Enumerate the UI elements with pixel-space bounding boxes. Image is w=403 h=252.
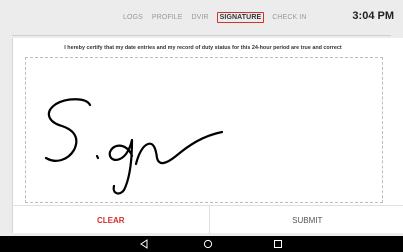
- tab-check-in[interactable]: CHECK IN: [271, 12, 307, 23]
- signature-strokes: [44, 98, 224, 195]
- tab-profile[interactable]: PROFILE: [151, 12, 184, 23]
- tab-logs[interactable]: LOGS: [122, 12, 144, 23]
- top-bar: LOGS PROFILE DVIR SIGNATURE CHECK IN 3:0…: [0, 0, 403, 36]
- submit-button[interactable]: SUBMIT: [210, 206, 403, 234]
- signature-panel: I hereby certify that my date entries an…: [12, 38, 403, 234]
- divider: [12, 35, 391, 36]
- clear-button[interactable]: CLEAR: [13, 206, 210, 234]
- certification-text: I hereby certify that my date entries an…: [64, 45, 342, 51]
- clock: 3:04 PM: [352, 10, 394, 22]
- recents-icon[interactable]: [273, 239, 283, 249]
- back-icon[interactable]: [139, 239, 149, 249]
- tab-dvir[interactable]: DVIR: [191, 12, 210, 23]
- tab-signature[interactable]: SIGNATURE: [216, 12, 265, 23]
- system-nav-bar: [0, 236, 403, 252]
- action-bar: CLEAR SUBMIT: [13, 205, 403, 234]
- signature-pad[interactable]: [25, 57, 383, 203]
- home-icon[interactable]: [203, 239, 213, 249]
- tab-bar: LOGS PROFILE DVIR SIGNATURE CHECK IN: [122, 12, 315, 23]
